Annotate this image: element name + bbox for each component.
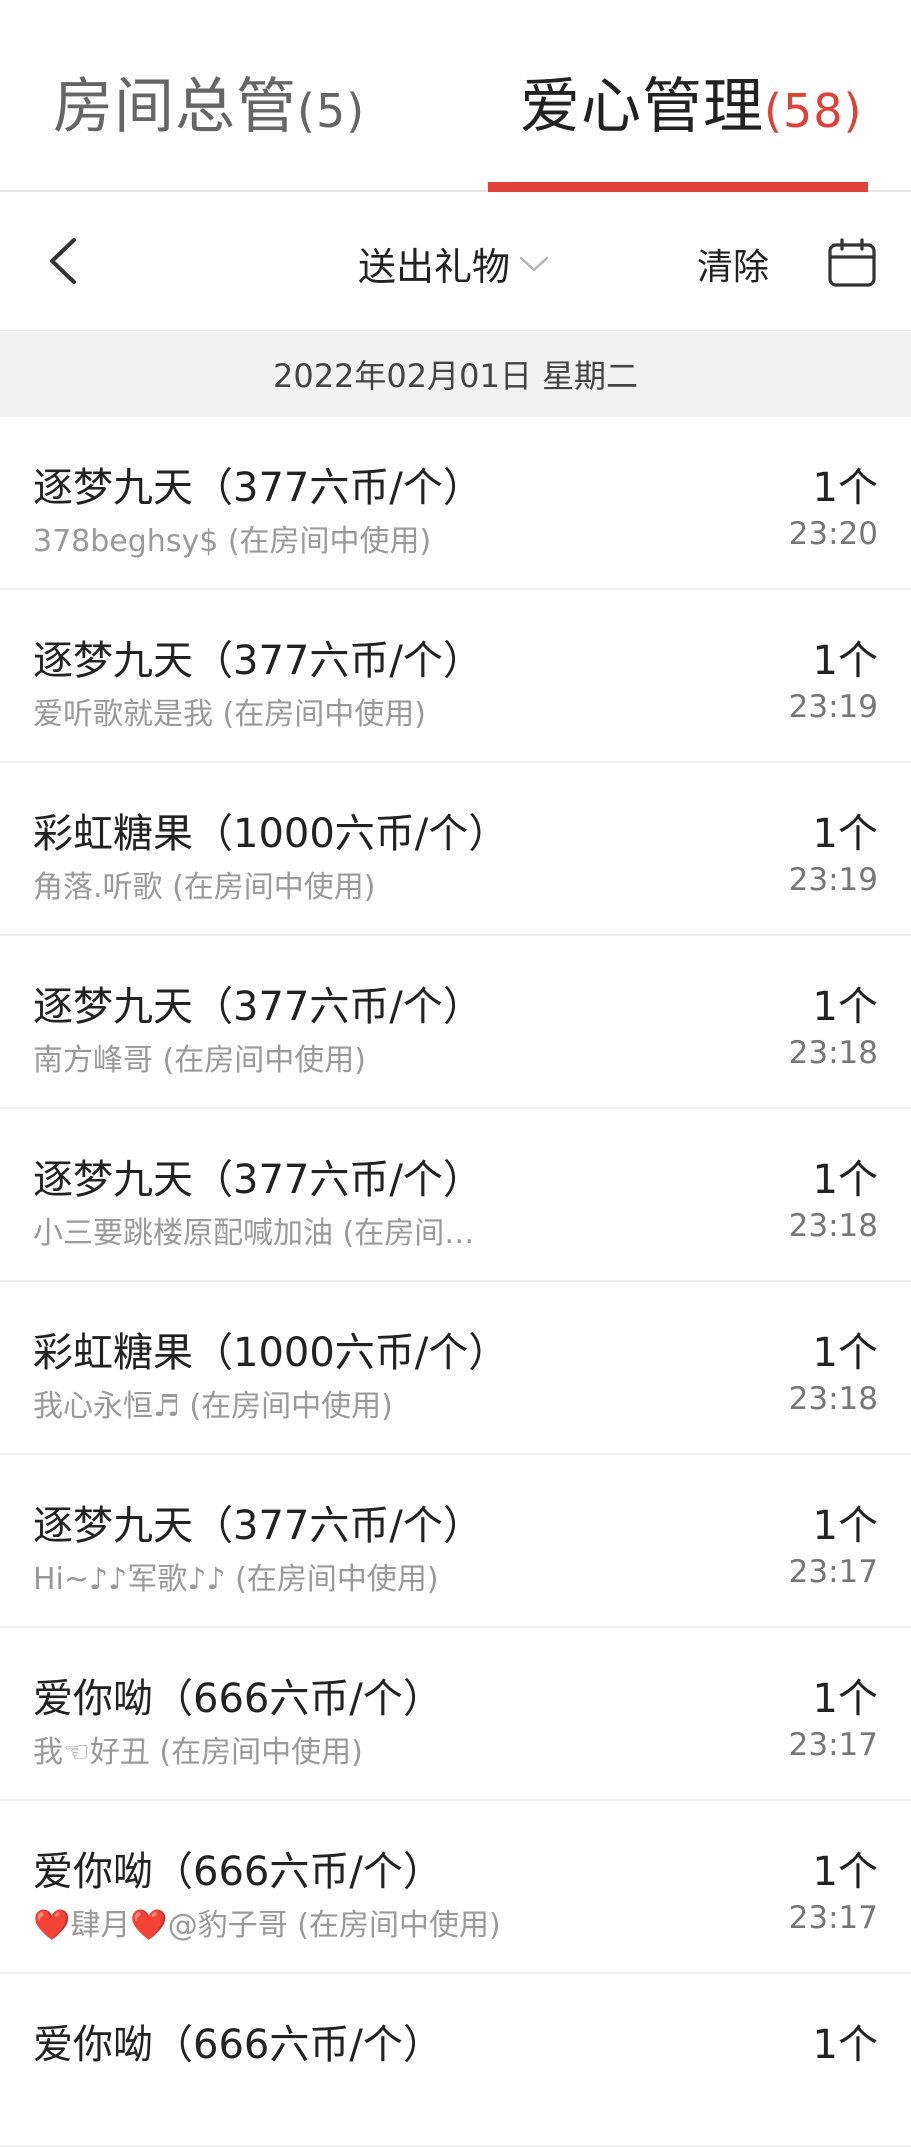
date-header: 2022年02月01日 星期二 bbox=[0, 331, 911, 417]
gift-time: 23:19 bbox=[788, 689, 878, 725]
tab-room-management-count: (5) bbox=[297, 84, 366, 138]
gift-quantity: 1个 bbox=[812, 1849, 878, 1895]
gift-quantity: 1个 bbox=[812, 811, 878, 857]
toolbar: 送出礼物 清除 bbox=[0, 192, 911, 331]
gift-title: 逐梦九天（377六币/个） bbox=[33, 1503, 483, 1549]
tab-love-management[interactable]: 爱心管理(58) bbox=[520, 58, 862, 145]
gift-record-list: 逐梦九天（377六币/个） 378beghsy$ (在房间中使用) 1个 23:… bbox=[0, 417, 911, 2147]
gift-title: 爱你呦（666六币/个） bbox=[33, 1849, 443, 1895]
gift-filter-dropdown[interactable]: 送出礼物 bbox=[358, 236, 550, 291]
gift-title: 彩虹糖果（1000六币/个） bbox=[33, 811, 509, 857]
gift-time: 23:17 bbox=[788, 1554, 878, 1590]
gift-title: 彩虹糖果（1000六币/个） bbox=[33, 1330, 509, 1376]
list-item[interactable]: 逐梦九天（377六币/个） Hi~♪♪军歌♪♪ (在房间中使用) 1个 23:1… bbox=[0, 1455, 911, 1628]
list-item[interactable]: 逐梦九天（377六币/个） 南方峰哥 (在房间中使用) 1个 23:18 bbox=[0, 936, 911, 1109]
recipient-info: ❤️肆月❤️@豹子哥 (在房间中使用) bbox=[33, 1908, 501, 1943]
recipient-info: 我心永恒♬ (在房间中使用) bbox=[33, 1389, 393, 1424]
gift-time: 23:20 bbox=[788, 516, 878, 552]
gift-quantity: 1个 bbox=[812, 1157, 878, 1203]
list-item[interactable]: 爱你呦（666六币/个） ❤️肆月❤️@豹子哥 (在房间中使用) 1个 23:1… bbox=[0, 1801, 911, 1974]
gift-title: 爱你呦（666六币/个） bbox=[33, 1676, 443, 1722]
tab-room-management[interactable]: 房间总管(5) bbox=[53, 58, 365, 145]
tab-love-management-count: (58) bbox=[764, 84, 863, 138]
gift-quantity: 1个 bbox=[812, 638, 878, 684]
gift-time: 23:17 bbox=[788, 1900, 878, 1936]
gift-quantity: 1个 bbox=[812, 465, 878, 511]
gift-time: 23:19 bbox=[788, 862, 878, 898]
recipient-info: 我☜好丑 (在房间中使用) bbox=[33, 1735, 363, 1770]
gift-quantity: 1个 bbox=[812, 1676, 878, 1722]
tab-love-management-label: 爱心管理 bbox=[520, 72, 764, 142]
recipient-info: 角落.听歌 (在房间中使用) bbox=[33, 870, 376, 905]
gift-time: 23:18 bbox=[788, 1208, 878, 1244]
gift-time: 23:17 bbox=[788, 1727, 878, 1763]
gift-title: 逐梦九天（377六币/个） bbox=[33, 984, 483, 1030]
top-tabs: 房间总管(5) 爱心管理(58) bbox=[0, 0, 911, 192]
gift-quantity: 1个 bbox=[812, 2022, 878, 2068]
recipient-info: 爱听歌就是我 (在房间中使用) bbox=[33, 697, 426, 732]
recipient-info: Hi~♪♪军歌♪♪ (在房间中使用) bbox=[33, 1562, 439, 1597]
list-item[interactable]: 逐梦九天（377六币/个） 378beghsy$ (在房间中使用) 1个 23:… bbox=[0, 417, 911, 590]
list-item[interactable]: 彩虹糖果（1000六币/个） 我心永恒♬ (在房间中使用) 1个 23:18 bbox=[0, 1282, 911, 1455]
gift-quantity: 1个 bbox=[812, 1503, 878, 1549]
gift-title: 逐梦九天（377六币/个） bbox=[33, 465, 483, 511]
gift-time: 23:18 bbox=[788, 1035, 878, 1071]
list-item[interactable]: 彩虹糖果（1000六币/个） 角落.听歌 (在房间中使用) 1个 23:19 bbox=[0, 763, 911, 936]
recipient-info: 378beghsy$ (在房间中使用) bbox=[33, 524, 432, 559]
recipient-info: 小三要跳楼原配喊加油 (在房间… bbox=[33, 1216, 475, 1251]
gift-time: 23:18 bbox=[788, 1381, 878, 1417]
recipient-info: 南方峰哥 (在房间中使用) bbox=[33, 1043, 366, 1078]
gift-quantity: 1个 bbox=[812, 984, 878, 1030]
list-item[interactable]: 爱你呦（666六币/个） 我☜好丑 (在房间中使用) 1个 23:17 bbox=[0, 1628, 911, 1801]
calendar-icon[interactable] bbox=[826, 237, 878, 289]
back-arrow-icon[interactable] bbox=[38, 232, 96, 290]
gift-title: 爱你呦（666六币/个） bbox=[33, 2022, 443, 2068]
list-item[interactable]: 逐梦九天（377六币/个） 小三要跳楼原配喊加油 (在房间… 1个 23:18 bbox=[0, 1109, 911, 1282]
list-item[interactable]: 爱你呦（666六币/个） 1个 bbox=[0, 1974, 911, 2147]
chevron-down-icon bbox=[519, 256, 549, 271]
gift-filter-label: 送出礼物 bbox=[358, 245, 511, 289]
gift-quantity: 1个 bbox=[812, 1330, 878, 1376]
active-tab-indicator bbox=[488, 182, 868, 192]
tab-room-management-label: 房间总管 bbox=[53, 72, 297, 142]
list-item[interactable]: 逐梦九天（377六币/个） 爱听歌就是我 (在房间中使用) 1个 23:19 bbox=[0, 590, 911, 763]
gift-title: 逐梦九天（377六币/个） bbox=[33, 1157, 483, 1203]
clear-button[interactable]: 清除 bbox=[697, 238, 769, 290]
gift-title: 逐梦九天（377六币/个） bbox=[33, 638, 483, 684]
